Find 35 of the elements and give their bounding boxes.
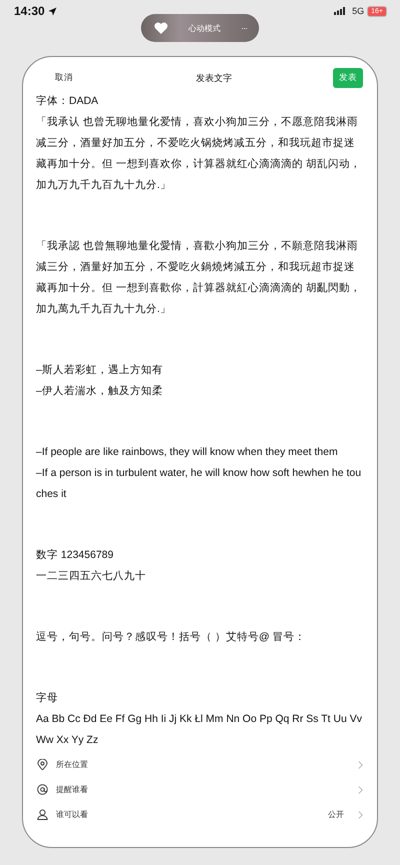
page-title: 发表文字 (196, 72, 232, 84)
option-row[interactable]: 提醒谁看 (37, 777, 363, 802)
pill-label: 心动模式 (188, 22, 222, 34)
at-sign-icon (37, 784, 48, 795)
chevron-right-icon (358, 786, 363, 794)
option-row[interactable]: 谁可以看 公开 (37, 802, 363, 827)
signal-icon (334, 7, 346, 15)
more-icon[interactable]: ··· (241, 23, 247, 33)
music-pill[interactable]: 心动模式 ··· (141, 14, 259, 42)
post-text: –伊人若湍水，触及方知柔 (36, 384, 164, 399)
post-text: 字母 (36, 691, 59, 706)
location-arrow-icon (48, 6, 57, 16)
person-icon (37, 809, 48, 820)
location-pin-icon (37, 759, 48, 770)
network-label: 5G (352, 6, 364, 16)
post-text: 数字 123456789 (36, 548, 114, 563)
post-text: 「我承认 也曾无聊地量化爱情，喜欢小狗加三分，不愿意陪我淋雨减三分，酒量好加五分，不爱吃火锅烧烤减五分，和我玩超市捉迷藏再加十分。但 一想到喜欢你，计算器就红心滴滴滴的 胡乱闪动，加九万九千九百九十九分.」 (36, 115, 362, 193)
post-text: 一二三四五六七八九十 (36, 569, 147, 584)
post-text: 字体：DADA (36, 94, 100, 109)
chevron-right-icon (358, 760, 363, 768)
post-text: –If a person is in turbulent water, he will know how soft hewhen he touches it (36, 466, 362, 502)
post-text: –If people are like rainbows, they will know when they meet them (36, 445, 339, 460)
post-text: 「我承認 也曾無聊地量化愛情，喜歡小狗加三分，不願意陪我淋雨減三分，酒量好加五分，不愛吃火鍋燒烤減五分，和我玩超市捉迷藏再加十分。但 一想到喜歡你，計算器就紅心滴滴滴的 胡亂閃動，加九萬九千九百九十九分.」 (36, 239, 362, 317)
option-label: 谁可以看 (56, 809, 88, 820)
post-text: –斯人若彩虹，遇上方知有 (36, 363, 164, 378)
option-label: 所在位置 (56, 759, 88, 770)
option-value: 公开 (328, 809, 344, 820)
option-label: 提醒谁看 (56, 784, 88, 795)
heart-icon (154, 22, 168, 34)
post-text: Aa Bb Cc Đd Ee Ff Gg Hh Ii Jj Kk Łl Mm Nn Oo Pp Qq Rr Ss Tt Uu Vv Ww Xx Yy Zz (36, 712, 363, 748)
post-text: 逗号，句号。问号？感叹号！括号（ ）艾特号@ 冒号： (36, 630, 306, 645)
chevron-right-icon (358, 810, 363, 818)
cancel-button[interactable]: 取消 (55, 72, 73, 84)
status-time: 14:30 (14, 4, 45, 18)
option-row[interactable]: 所在位置 (37, 752, 363, 777)
